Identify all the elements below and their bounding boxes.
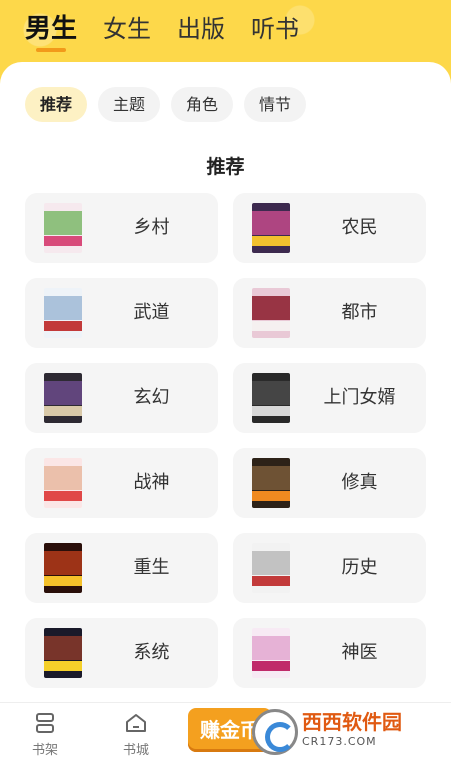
category-card[interactable]: 战神 bbox=[25, 448, 218, 518]
tab-female[interactable]: 女生 bbox=[103, 14, 151, 44]
category-label: 重生 bbox=[133, 557, 170, 578]
cover-title-band bbox=[252, 321, 290, 331]
book-cover-image bbox=[252, 288, 290, 338]
book-cover-image bbox=[44, 458, 82, 508]
category-label: 乡村 bbox=[133, 217, 170, 238]
book-cover-image bbox=[252, 373, 290, 423]
watermark-logo-icon bbox=[252, 709, 298, 755]
cover-figure bbox=[252, 381, 290, 405]
category-label: 战神 bbox=[133, 472, 170, 493]
book-cover-image bbox=[252, 628, 290, 678]
category-label: 武道 bbox=[133, 302, 170, 323]
filter-recommend[interactable]: 推荐 bbox=[25, 87, 88, 122]
watermark-site: CR173.COM bbox=[302, 735, 377, 748]
book-cover-image bbox=[252, 458, 290, 508]
cover-title-band bbox=[44, 236, 82, 246]
content-sheet: 推荐 主题 角色 情节 推荐 乡村 农民 武道 都市 玄幻 上门女婿 战神 修真… bbox=[0, 62, 451, 764]
filter-plot[interactable]: 情节 bbox=[244, 87, 307, 122]
nav-bookstore-label: 书城 bbox=[122, 743, 149, 758]
category-card[interactable]: 都市 bbox=[233, 278, 426, 348]
category-label: 玄幻 bbox=[133, 387, 170, 408]
category-card[interactable]: 重生 bbox=[25, 533, 218, 603]
cover-figure bbox=[252, 466, 290, 490]
cover-figure bbox=[252, 636, 290, 660]
bookshelf-icon bbox=[36, 713, 54, 733]
filter-theme[interactable]: 主题 bbox=[98, 87, 161, 122]
cover-title-band bbox=[252, 576, 290, 586]
tab-publish[interactable]: 出版 bbox=[177, 14, 225, 44]
watermark: 西西软件园 CR173.COM bbox=[252, 706, 432, 758]
book-cover-image bbox=[44, 543, 82, 593]
cover-figure bbox=[252, 211, 290, 235]
cover-title-band bbox=[252, 406, 290, 416]
category-label: 历史 bbox=[341, 557, 378, 578]
category-card[interactable]: 神医 bbox=[233, 618, 426, 688]
watermark-text: 西西软件园 bbox=[302, 710, 402, 734]
cover-title-band bbox=[252, 236, 290, 246]
cover-title-band bbox=[44, 576, 82, 586]
cover-title-band bbox=[44, 321, 82, 331]
cover-figure bbox=[44, 381, 82, 405]
home-icon bbox=[126, 714, 146, 732]
cover-title-band bbox=[44, 406, 82, 416]
category-label: 都市 bbox=[341, 302, 378, 323]
filter-role[interactable]: 角色 bbox=[171, 87, 234, 122]
category-label: 神医 bbox=[341, 642, 378, 663]
category-card[interactable]: 历史 bbox=[233, 533, 426, 603]
cover-title-band bbox=[252, 491, 290, 501]
category-label: 修真 bbox=[341, 472, 378, 493]
nav-bookshelf[interactable]: 书架 bbox=[15, 711, 75, 758]
category-card[interactable]: 乡村 bbox=[25, 193, 218, 263]
cover-title-band bbox=[44, 491, 82, 501]
cover-figure bbox=[44, 636, 82, 660]
cover-figure bbox=[44, 466, 82, 490]
tab-male[interactable]: 男生 bbox=[25, 14, 77, 52]
category-grid: 乡村 农民 武道 都市 玄幻 上门女婿 战神 修真 重生 历史 系统 神医 bbox=[25, 193, 426, 688]
category-card[interactable]: 农民 bbox=[233, 193, 426, 263]
nav-bookstore[interactable]: 书城 bbox=[106, 711, 166, 758]
tab-audiobook[interactable]: 听书 bbox=[251, 14, 299, 44]
category-label: 上门女婿 bbox=[323, 387, 396, 408]
nav-bookshelf-label: 书架 bbox=[31, 743, 58, 758]
book-cover-image bbox=[44, 288, 82, 338]
book-cover-image bbox=[252, 543, 290, 593]
category-card[interactable]: 修真 bbox=[233, 448, 426, 518]
category-card[interactable]: 玄幻 bbox=[25, 363, 218, 433]
category-card[interactable]: 系统 bbox=[25, 618, 218, 688]
category-label: 农民 bbox=[341, 217, 378, 238]
category-label: 系统 bbox=[133, 642, 170, 663]
filter-chips: 推荐 主题 角色 情节 bbox=[25, 87, 307, 122]
cover-figure bbox=[252, 296, 290, 320]
category-card[interactable]: 武道 bbox=[25, 278, 218, 348]
category-card[interactable]: 上门女婿 bbox=[233, 363, 426, 433]
book-cover-image bbox=[252, 203, 290, 253]
book-cover-image bbox=[44, 373, 82, 423]
section-title: 推荐 bbox=[206, 156, 245, 178]
cover-figure bbox=[44, 551, 82, 575]
top-tab-bar: 男生 女生 出版 听书 bbox=[0, 0, 451, 58]
cover-title-band bbox=[44, 661, 82, 671]
cover-figure bbox=[44, 211, 82, 235]
book-cover-image bbox=[44, 628, 82, 678]
cover-figure bbox=[252, 551, 290, 575]
cover-figure bbox=[44, 296, 82, 320]
book-cover-image bbox=[44, 203, 82, 253]
cover-title-band bbox=[252, 661, 290, 671]
